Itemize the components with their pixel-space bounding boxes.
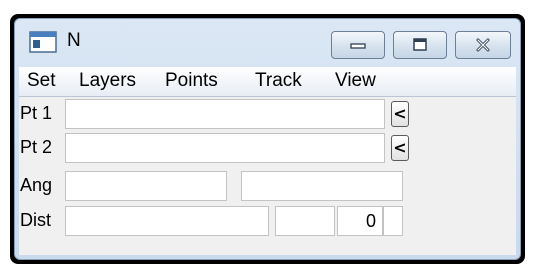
dist-label: Dist <box>20 210 51 230</box>
menu-layers[interactable]: Layers <box>79 70 136 92</box>
app-window-icon <box>29 31 57 53</box>
close-button[interactable] <box>455 31 511 59</box>
ang-field-1[interactable] <box>65 171 227 201</box>
menu-track[interactable]: Track <box>255 70 302 92</box>
dist-field-2[interactable] <box>275 206 335 236</box>
window-title: N <box>67 30 81 51</box>
ang-field-2[interactable] <box>241 171 403 201</box>
menu-bar: Set Layers Points Track View <box>19 67 516 97</box>
screen: N Set Layers Points Track View Pt 1 < Pt… <box>0 0 535 269</box>
client-area: Pt 1 < Pt 2 < Ang Dist <box>19 97 516 255</box>
pt1-field[interactable] <box>65 99 385 129</box>
app-window: N Set Layers Points Track View Pt 1 < Pt… <box>10 14 525 264</box>
ang-label: Ang <box>20 175 53 195</box>
pt2-field[interactable] <box>65 133 385 163</box>
dist-field-3[interactable] <box>337 206 383 236</box>
pt2-label: Pt 2 <box>20 137 53 157</box>
menu-points[interactable]: Points <box>165 70 218 92</box>
menu-set[interactable]: Set <box>27 70 56 92</box>
maximize-button[interactable] <box>393 31 447 59</box>
pt1-pick-button[interactable]: < <box>391 101 409 127</box>
pt2-pick-button[interactable]: < <box>391 135 409 161</box>
menu-view[interactable]: View <box>335 70 376 92</box>
pt1-label: Pt 1 <box>20 103 53 123</box>
minimize-button[interactable] <box>331 31 385 59</box>
window-frame: N Set Layers Points Track View Pt 1 < Pt… <box>14 18 521 260</box>
title-bar[interactable]: N <box>15 19 520 67</box>
dist-field-4[interactable] <box>383 206 403 236</box>
dist-field-1[interactable] <box>65 206 269 236</box>
